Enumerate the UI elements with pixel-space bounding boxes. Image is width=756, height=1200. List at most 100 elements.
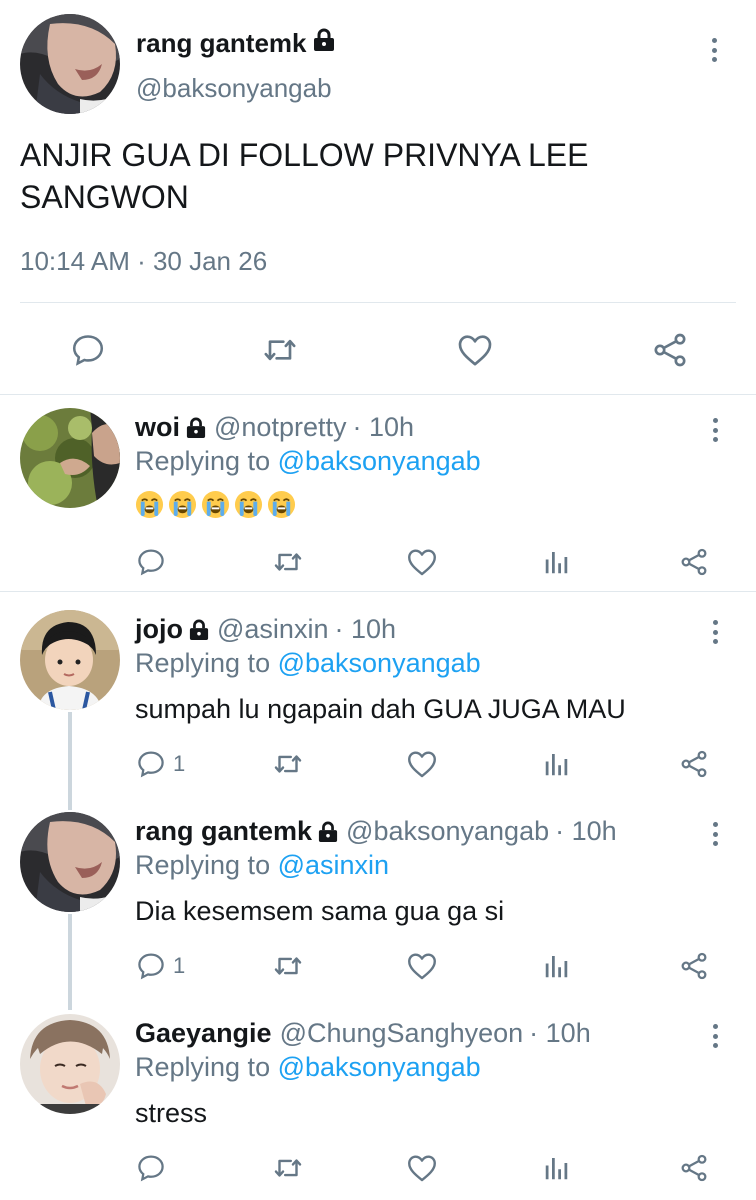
retweet-button[interactable] [271, 544, 305, 580]
avatar[interactable] [20, 14, 120, 114]
lock-icon [313, 28, 335, 59]
retweet-icon [274, 553, 302, 571]
retweet-button[interactable] [271, 1150, 305, 1186]
more-options-icon[interactable] [705, 617, 725, 647]
reply-time: · 10h [529, 1018, 591, 1048]
reply-button[interactable] [135, 1150, 173, 1186]
reply-header: Gaeyangie @ChungSanghyeon · 10h [135, 1018, 591, 1049]
analytics-button[interactable] [542, 948, 572, 984]
display-name[interactable]: woi [135, 412, 180, 443]
reply-button[interactable]: 1 [135, 948, 185, 984]
loudly-crying-face-icon [168, 490, 197, 519]
loudly-crying-face-icon [267, 490, 296, 519]
username-handle[interactable]: @notpretty [214, 412, 346, 443]
like-icon [408, 549, 436, 576]
share-button[interactable] [678, 1150, 710, 1186]
reply-tweet: Gaeyangie @ChungSanghyeon · 10h Replying… [0, 1000, 756, 1200]
reply-icon [138, 751, 164, 778]
analytics-icon [545, 754, 568, 776]
tweet-text: ANJIR GUA DI FOLLOW PRIVNYA LEE SANGWON [20, 137, 589, 215]
reply-button[interactable] [135, 544, 173, 580]
like-icon [458, 335, 492, 366]
more-options-icon[interactable] [705, 415, 725, 445]
username-handle[interactable]: @baksonyangab [136, 73, 332, 104]
share-icon [654, 333, 686, 367]
reply-icon [72, 335, 104, 366]
avatar[interactable] [20, 812, 120, 912]
reply-tweet: jojo @asinxin · 10h Replying to @baksony… [0, 596, 756, 796]
retweet-icon [264, 339, 296, 361]
reply-icon [138, 549, 164, 576]
reply-button[interactable] [68, 330, 108, 370]
reply-icon [138, 1155, 164, 1182]
mention-link[interactable]: @baksonyangab [278, 648, 481, 678]
reply-text: sumpah lu ngapain dah GUA JUGA MAU [135, 694, 626, 724]
analytics-button[interactable] [542, 544, 572, 580]
reply-header: rang gantemk @baksonyangab · 10h [135, 816, 617, 847]
replying-to: Replying to @baksonyangab [135, 1052, 481, 1082]
display-name[interactable]: rang gantemk [136, 28, 335, 59]
display-name[interactable]: rang gantemk [135, 816, 312, 847]
share-icon [681, 1154, 707, 1182]
username-handle[interactable]: @baksonyangab [346, 816, 549, 847]
analytics-button[interactable] [542, 746, 572, 782]
main-tweet: rang gantemk @baksonyangab ANJIR GUA DI … [0, 0, 756, 395]
avatar[interactable] [20, 610, 120, 710]
tweet-timestamp[interactable]: 10:14 AM · 30 Jan 26 [20, 246, 267, 277]
retweet-icon [274, 957, 302, 975]
more-options-icon[interactable] [705, 819, 725, 849]
lock-icon [186, 417, 206, 439]
share-button[interactable] [650, 330, 690, 370]
mention-link[interactable]: @baksonyangab [278, 1052, 481, 1082]
display-name[interactable]: jojo [135, 614, 183, 645]
reply-text: Dia kesemsem sama gua ga si [135, 896, 505, 926]
lock-icon [318, 821, 338, 843]
reply-count: 1 [173, 751, 186, 776]
username-handle[interactable]: @ChungSanghyeon [280, 1018, 524, 1049]
like-button[interactable] [455, 330, 495, 370]
retweet-button[interactable] [271, 746, 305, 782]
avatar[interactable] [20, 408, 120, 508]
avatar[interactable] [20, 1014, 120, 1114]
like-icon [408, 953, 436, 980]
like-button[interactable] [405, 1150, 439, 1186]
mention-link[interactable]: @baksonyangab [278, 446, 481, 476]
retweet-button[interactable] [260, 330, 300, 370]
username-handle[interactable]: @asinxin [217, 614, 328, 645]
retweet-icon [274, 1159, 302, 1177]
more-options-icon[interactable] [705, 1021, 725, 1051]
like-icon [408, 751, 436, 778]
reply-tweet: woi @notpretty · 10h Replying to @bakson… [0, 396, 756, 592]
emoji-row [135, 490, 296, 519]
share-button[interactable] [678, 948, 710, 984]
share-icon [681, 750, 707, 778]
reply-text: stress [135, 1098, 208, 1128]
reply-icon [138, 953, 164, 980]
like-button[interactable] [405, 948, 439, 984]
replying-to: Replying to @baksonyangab [135, 446, 481, 476]
lock-icon [189, 619, 209, 641]
reply-tweet: rang gantemk @baksonyangab · 10h Replyin… [0, 798, 756, 998]
divider [20, 302, 736, 303]
display-name[interactable]: Gaeyangie [135, 1018, 272, 1049]
analytics-icon [545, 1158, 568, 1180]
share-button[interactable] [678, 544, 710, 580]
replying-to: Replying to @baksonyangab [135, 648, 481, 678]
share-button[interactable] [678, 746, 710, 782]
like-button[interactable] [405, 746, 439, 782]
share-icon [681, 548, 707, 576]
analytics-button[interactable] [542, 1150, 572, 1186]
mention-link[interactable]: @asinxin [278, 850, 389, 880]
analytics-icon [545, 552, 568, 574]
reply-count: 1 [173, 953, 186, 978]
like-button[interactable] [405, 544, 439, 580]
replying-to: Replying to @asinxin [135, 850, 390, 880]
reply-time: · 10h [555, 816, 617, 846]
retweet-button[interactable] [271, 948, 305, 984]
reply-button[interactable]: 1 [135, 746, 185, 782]
like-icon [408, 1155, 436, 1182]
reply-text [135, 490, 296, 519]
share-icon [681, 952, 707, 980]
more-options-icon[interactable] [704, 35, 724, 65]
reply-time: · 10h [334, 614, 397, 644]
